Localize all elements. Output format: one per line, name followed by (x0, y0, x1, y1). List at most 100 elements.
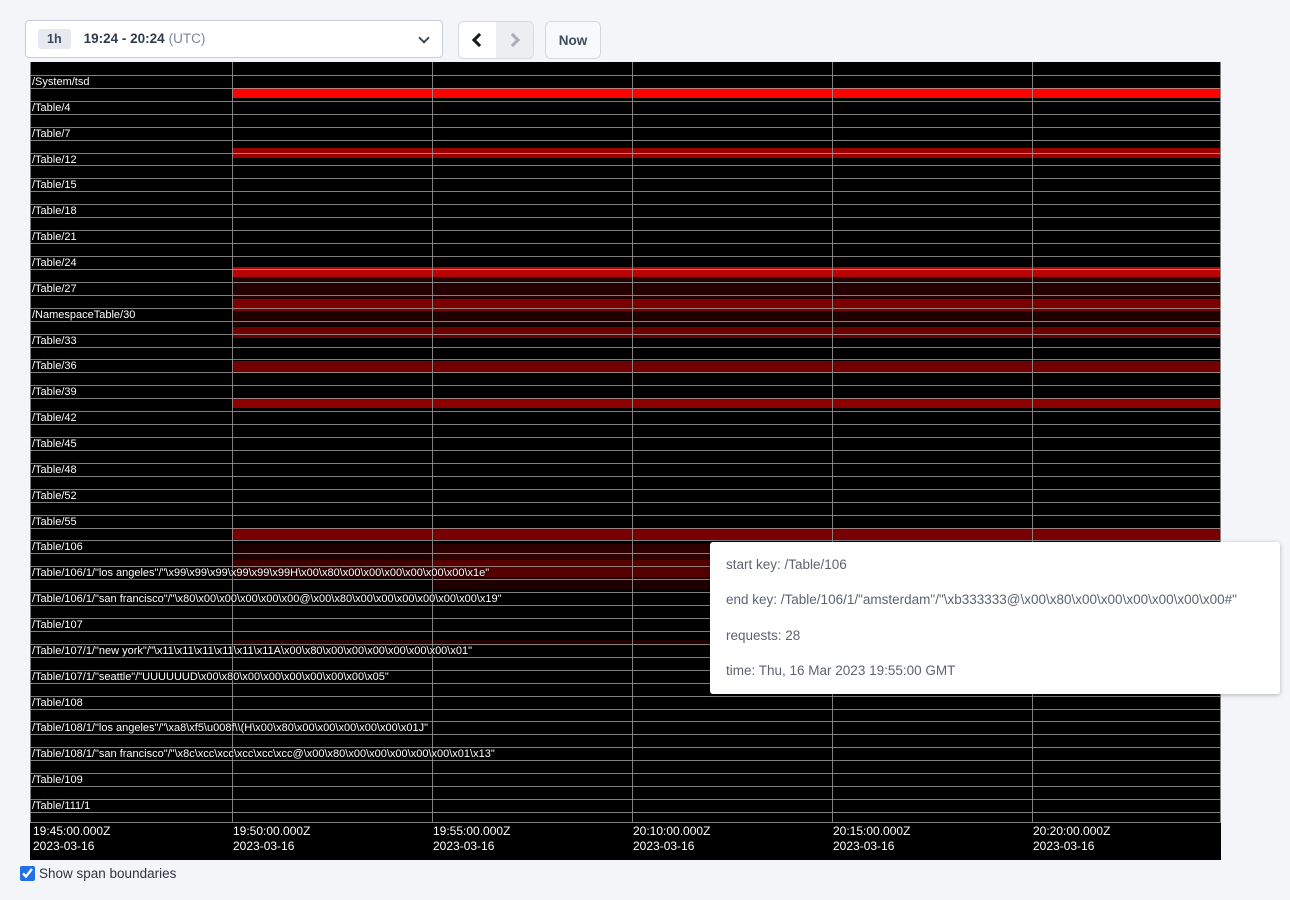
row-label: /Table/45 (32, 438, 77, 450)
gridline-h (30, 786, 1221, 787)
show-span-boundaries-checkbox[interactable] (20, 866, 35, 881)
row-label: /Table/42 (32, 412, 77, 424)
gridline-h (30, 799, 1221, 800)
gridline-h (30, 191, 1221, 192)
tooltip-end-key: end key: /Table/106/1/"amsterdam"/"\xb33… (726, 590, 1264, 610)
gridline-h (30, 489, 1221, 490)
gridline-h (30, 437, 1221, 438)
row-label: /Table/111/1 (32, 800, 90, 812)
heat-band (232, 327, 1221, 338)
gridline-h (30, 372, 1221, 373)
row-label: /Table/107 (32, 619, 83, 631)
row-label: /Table/4 (32, 102, 71, 114)
gridline-h (30, 256, 1221, 257)
key-visualizer-canvas[interactable]: /System/tsd/Table/4/Table/7/Table/12/Tab… (30, 62, 1221, 860)
gridline-h (30, 165, 1221, 166)
row-label: /Table/7 (32, 128, 71, 140)
time-preset-badge: 1h (38, 29, 71, 49)
x-axis-tick-date: 2023-03-16 (633, 839, 694, 854)
x-axis-tick-time: 19:55:00.000Z (433, 824, 510, 839)
row-label: /Table/108/1/"san francisco"/"\x8c\xcc\x… (32, 748, 495, 760)
gridline-h (30, 243, 1221, 244)
gridline-h (30, 760, 1221, 761)
row-label: /Table/36 (32, 360, 77, 372)
x-axis-tick-time: 19:45:00.000Z (33, 824, 110, 839)
x-axis-tick-time: 20:10:00.000Z (633, 824, 710, 839)
gridline-h (30, 295, 1221, 296)
x-axis-tick-date: 2023-03-16 (33, 839, 94, 854)
gridline-h (30, 385, 1221, 386)
next-time-button[interactable] (496, 22, 533, 58)
gridline-h (30, 502, 1221, 503)
gridline-v (632, 62, 633, 822)
heat-band (232, 528, 1221, 540)
row-label: /Table/21 (32, 231, 77, 243)
row-label: /Table/109 (32, 774, 83, 786)
time-nav-group (458, 21, 534, 59)
gridline-h (30, 178, 1221, 179)
gridline-h (30, 476, 1221, 477)
gridline-h (30, 398, 1221, 399)
gridline-v (432, 62, 433, 822)
gridline-v (1032, 62, 1033, 822)
gridline-h (30, 140, 1221, 141)
gridline-v (232, 62, 233, 822)
heat-band (232, 88, 1221, 98)
tooltip-requests: requests: 28 (726, 626, 1264, 646)
heat-band (232, 277, 1221, 299)
row-label: /Table/108 (32, 697, 83, 709)
x-axis-tick-time: 20:15:00.000Z (833, 824, 910, 839)
row-label: /Table/55 (32, 516, 77, 528)
gridline-h (30, 822, 1221, 823)
row-label: /Table/12 (32, 154, 77, 166)
row-label: /Table/27 (32, 283, 77, 295)
gridline-h (30, 773, 1221, 774)
row-label: /Table/106/1/"san francisco"/"\x80\x00\x… (32, 593, 502, 605)
gridline-h (30, 88, 1221, 89)
now-button[interactable]: Now (545, 21, 601, 59)
prev-time-button[interactable] (459, 22, 496, 58)
tooltip-time: time: Thu, 16 Mar 2023 19:55:00 GMT (726, 661, 1264, 681)
gridline-v (1220, 62, 1221, 822)
gridline-h (30, 282, 1221, 283)
row-label: /Table/39 (32, 386, 77, 398)
gridline-h (30, 230, 1221, 231)
gridline-v (832, 62, 833, 822)
time-range-select[interactable]: 1h 19:24 - 20:24(UTC) (25, 20, 443, 58)
row-label: /Table/24 (32, 257, 77, 269)
row-label: /Table/48 (32, 464, 77, 476)
heat-band (232, 311, 1221, 325)
row-label: /NamespaceTable/30 (32, 309, 135, 321)
row-label: /Table/33 (32, 335, 77, 347)
row-label: /Table/106 (32, 541, 83, 553)
heat-band (232, 299, 1221, 311)
x-axis-tick-date: 2023-03-16 (233, 839, 294, 854)
gridline-h (30, 334, 1221, 335)
row-label: /System/tsd (32, 76, 89, 88)
x-axis-tick-date: 2023-03-16 (833, 839, 894, 854)
chevron-right-icon (506, 33, 520, 47)
gridline-v (30, 62, 31, 822)
row-label: /Table/107/1/"seattle"/"UUUUUUD\x00\x80\… (32, 671, 389, 683)
gridline-h (30, 411, 1221, 412)
chevron-left-icon (472, 33, 486, 47)
heat-band (232, 398, 1221, 408)
gridline-h (30, 127, 1221, 128)
span-boundaries-row: Show span boundaries (20, 866, 176, 881)
gridline-h (30, 101, 1221, 102)
gridline-h (30, 75, 1221, 76)
gridline-h (30, 696, 1221, 697)
x-axis-tick-time: 19:50:00.000Z (233, 824, 310, 839)
row-label: /Table/107/1/"new york"/"\x11\x11\x11\x1… (32, 645, 472, 657)
chevron-down-icon (418, 32, 429, 43)
gridline-h (30, 321, 1221, 322)
gridline-h (30, 812, 1221, 813)
x-axis-tick-date: 2023-03-16 (433, 839, 494, 854)
row-label: /Table/106/1/"los angeles"/"\x99\x99\x99… (32, 567, 489, 579)
gridline-h (30, 450, 1221, 451)
time-range-label: 19:24 - 20:24(UTC) (84, 30, 206, 48)
gridline-h (30, 528, 1221, 529)
gridline-h (30, 204, 1221, 205)
gridline-h (30, 308, 1221, 309)
row-label: /Table/15 (32, 179, 77, 191)
